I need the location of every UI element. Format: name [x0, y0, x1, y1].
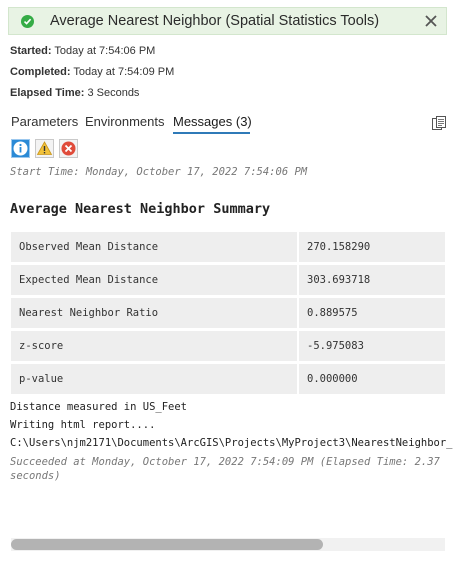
report-path-link[interactable]: C:\Users\njm2171\Documents\ArcGIS\Projec…	[10, 437, 453, 449]
tab-environments[interactable]: Environments	[85, 114, 164, 129]
writing-report-message: Writing html report....	[10, 419, 156, 431]
tool-header: Average Nearest Neighbor (Spatial Statis…	[8, 7, 447, 35]
warning-filter-button[interactable]	[35, 139, 54, 158]
tab-parameters[interactable]: Parameters	[11, 114, 78, 129]
completed-value: Today at 7:54:09 PM	[73, 66, 175, 78]
elapsed-value: 3 Seconds	[87, 87, 140, 99]
started-row: Started: Today at 7:54:06 PM	[10, 45, 155, 57]
stat-value: 303.693718	[299, 265, 445, 295]
error-icon	[61, 141, 76, 156]
close-icon[interactable]	[423, 13, 439, 29]
stat-value: 0.000000	[299, 364, 445, 394]
stat-label: Expected Mean Distance	[11, 265, 299, 295]
elapsed-row: Elapsed Time: 3 Seconds	[10, 87, 139, 99]
info-icon	[13, 141, 28, 156]
table-row: p-value 0.000000	[11, 364, 445, 394]
completed-row: Completed: Today at 7:54:09 PM	[10, 66, 174, 78]
stat-value: 270.158290	[299, 232, 445, 262]
info-filter-button[interactable]	[11, 139, 30, 158]
tool-title: Average Nearest Neighbor (Spatial Statis…	[50, 13, 380, 29]
distance-note: Distance measured in US_Feet	[10, 401, 188, 413]
table-row: z-score -5.975083	[11, 331, 445, 361]
started-label: Started:	[10, 45, 52, 57]
summary-title: Average Nearest Neighbor Summary	[10, 201, 271, 217]
warning-icon	[36, 141, 53, 155]
stat-label: z-score	[11, 331, 299, 361]
copy-icon[interactable]	[431, 115, 448, 132]
active-tab-indicator	[173, 132, 250, 134]
error-filter-button[interactable]	[59, 139, 78, 158]
scrollbar-thumb[interactable]	[11, 539, 324, 550]
tab-messages[interactable]: Messages (3)	[173, 114, 252, 129]
completed-label: Completed:	[10, 66, 71, 78]
stat-value: 0.889575	[299, 298, 445, 328]
table-row: Expected Mean Distance 303.693718	[11, 265, 445, 295]
success-message: Succeeded at Monday, October 17, 2022 7:…	[10, 456, 440, 482]
stat-label: Observed Mean Distance	[11, 232, 299, 262]
success-check-icon	[21, 15, 34, 28]
horizontal-scrollbar[interactable]	[11, 538, 445, 551]
started-value: Today at 7:54:06 PM	[54, 45, 156, 57]
start-time-message: Start Time: Monday, October 17, 2022 7:5…	[10, 166, 308, 178]
stat-value: -5.975083	[299, 331, 445, 361]
elapsed-label: Elapsed Time:	[10, 87, 85, 99]
stat-label: p-value	[11, 364, 299, 394]
table-row: Nearest Neighbor Ratio 0.889575	[11, 298, 445, 328]
stat-label: Nearest Neighbor Ratio	[11, 298, 299, 328]
table-row: Observed Mean Distance 270.158290	[11, 232, 445, 262]
summary-table: Observed Mean Distance 270.158290 Expect…	[11, 229, 445, 397]
